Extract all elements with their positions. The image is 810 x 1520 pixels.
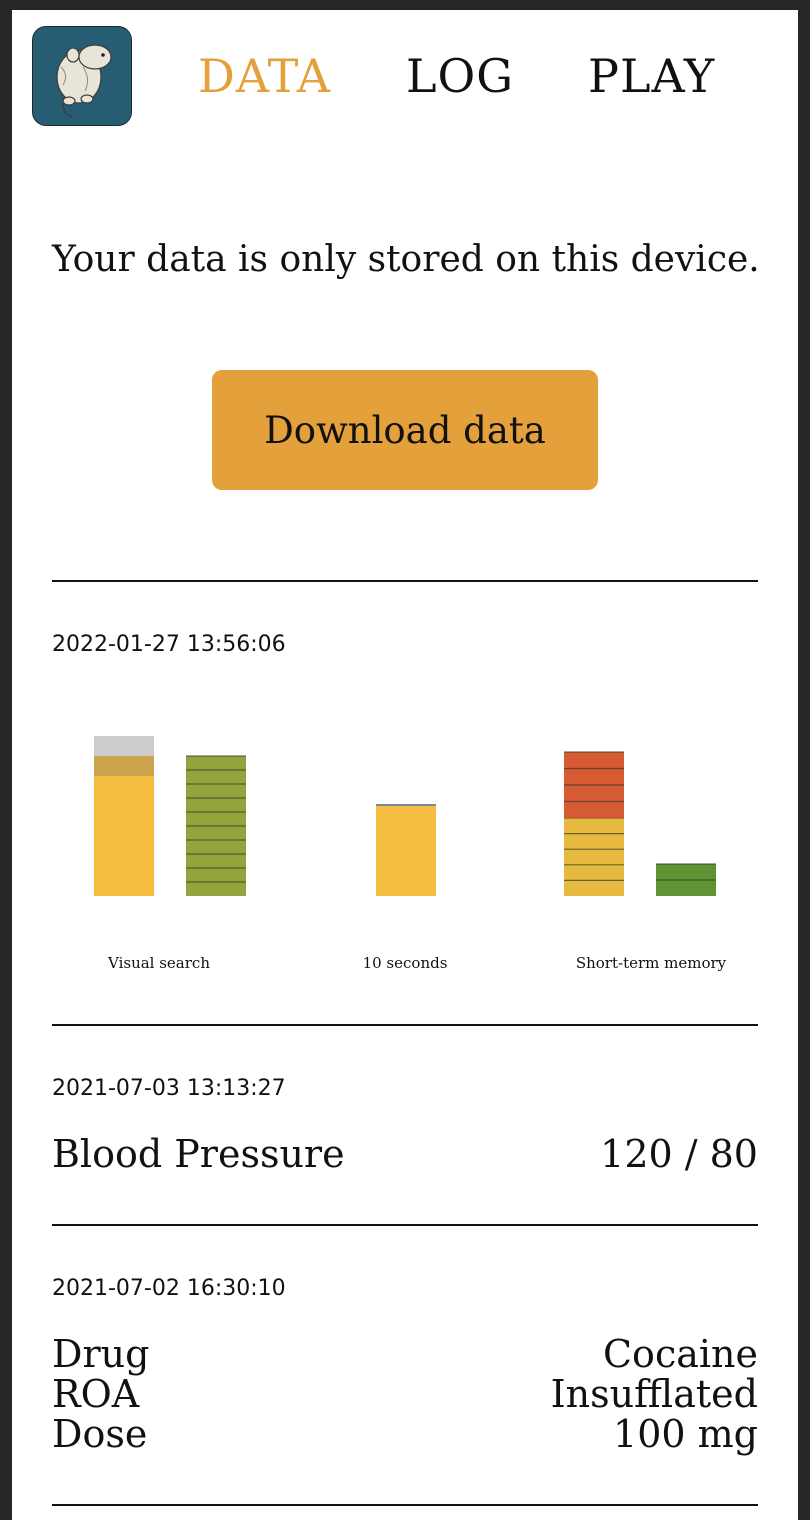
- app-frame: DATA LOG PLAY Your data is only stored o…: [12, 10, 798, 1520]
- blood-pressure-value: 120 / 80: [600, 1132, 758, 1176]
- entry-timestamp: 2021-07-03 13:13:27: [52, 1076, 286, 1101]
- chart-bar-segment: [564, 818, 624, 896]
- dose-value: 100 mg: [613, 1412, 758, 1456]
- chart-bar-segment: [94, 756, 154, 776]
- entry-timestamp: 2022-01-27 13:56:06: [52, 632, 286, 657]
- roa-value: Insufflated: [550, 1372, 758, 1416]
- blood-pressure-label: Blood Pressure: [52, 1132, 345, 1176]
- divider: [52, 1024, 758, 1026]
- privacy-notice: Your data is only stored on this device.: [52, 239, 760, 280]
- chart-bar-segment: [376, 806, 436, 896]
- roa-label: ROA: [52, 1372, 140, 1416]
- divider: [52, 1504, 758, 1506]
- tab-play[interactable]: PLAY: [588, 48, 715, 104]
- entry-timestamp: 2021-07-02 16:30:10: [52, 1276, 286, 1301]
- divider: [52, 580, 758, 582]
- results-chart: [94, 736, 716, 896]
- drug-label: Drug: [52, 1332, 150, 1376]
- rat-logo-icon[interactable]: [32, 26, 132, 126]
- dose-label: Dose: [52, 1412, 148, 1456]
- tab-log[interactable]: LOG: [406, 48, 514, 104]
- download-data-button[interactable]: Download data: [212, 370, 598, 490]
- chart-label-10-seconds: 10 seconds: [362, 954, 448, 972]
- chart-bar-segment: [94, 736, 154, 756]
- drug-value: Cocaine: [602, 1332, 758, 1376]
- chart-label-visual-search: Visual search: [108, 954, 210, 972]
- tab-data[interactable]: DATA: [198, 48, 331, 104]
- divider: [52, 1224, 758, 1226]
- chart-bar-segment: [376, 804, 436, 806]
- chart-label-short-term-memory: Short-term memory: [575, 954, 727, 972]
- chart-bar-segment: [94, 776, 154, 896]
